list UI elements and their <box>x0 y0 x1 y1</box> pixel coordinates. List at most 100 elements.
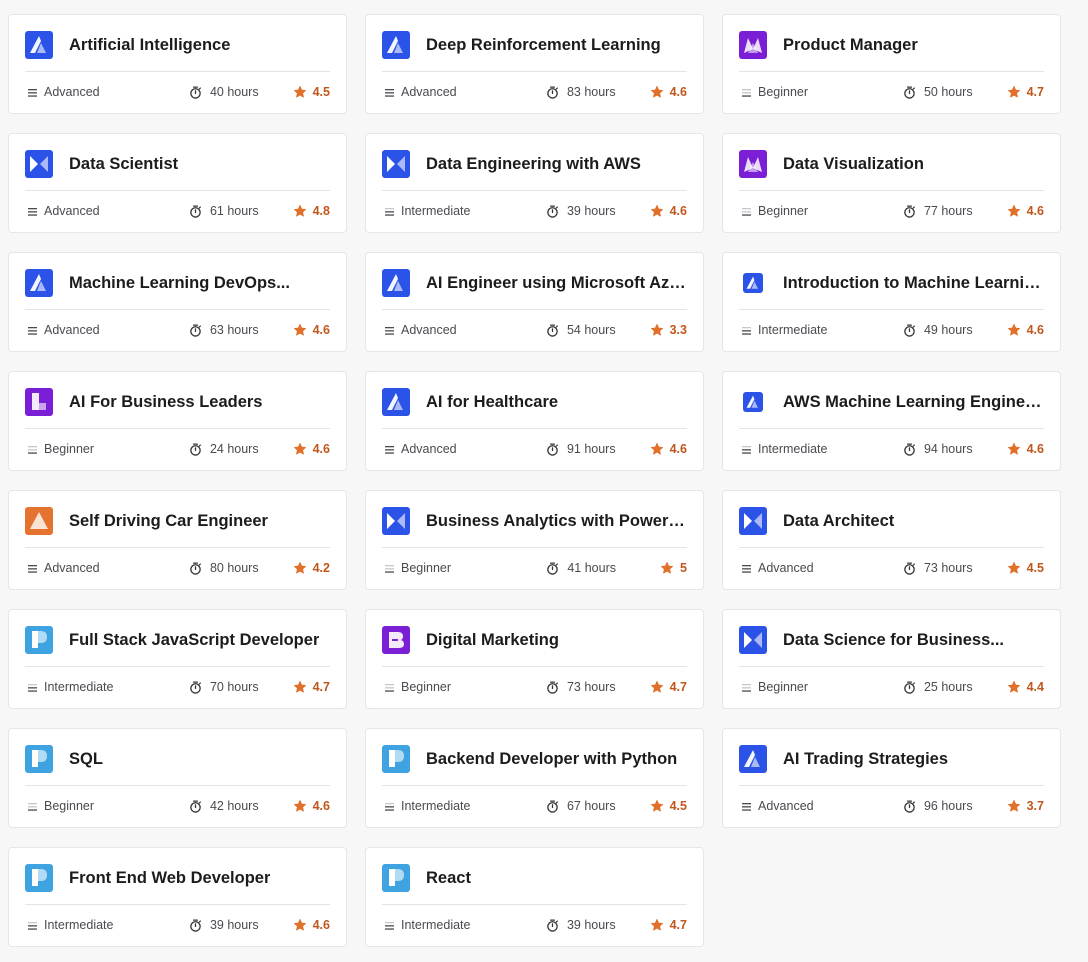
course-meta: Intermediate 39 hours 4.6 <box>25 916 330 934</box>
course-card-header: Artificial Intelligence <box>25 31 330 59</box>
course-title[interactable]: Backend Developer with Python <box>426 750 677 769</box>
course-title[interactable]: Artificial Intelligence <box>69 36 230 55</box>
course-meta: Beginner 50 hours 4.7 <box>739 83 1044 101</box>
course-title[interactable]: AI Engineer using Microsoft Azure <box>426 274 687 293</box>
course-card[interactable]: Data Architect Advanced 73 hours 4.5 <box>722 490 1061 590</box>
course-title[interactable]: Product Manager <box>783 36 918 55</box>
card-divider <box>739 785 1044 786</box>
duration-label: 73 hours <box>923 561 973 575</box>
card-divider <box>739 428 1044 429</box>
difficulty-bars-icon <box>382 326 401 335</box>
star-icon <box>1007 561 1027 575</box>
course-card[interactable]: Deep Reinforcement Learning Advanced 83 … <box>365 14 704 114</box>
course-card-header: AWS Machine Learning Engineer... <box>739 388 1044 416</box>
rating-value: 4.4 <box>1026 680 1044 694</box>
course-title[interactable]: Introduction to Machine Learning... <box>783 274 1044 293</box>
course-title[interactable]: React <box>426 869 471 888</box>
difficulty-label: Beginner <box>758 204 809 218</box>
rating-value: 4.2 <box>312 561 330 575</box>
course-card[interactable]: Data Visualization Beginner 77 hours 4.6 <box>722 133 1061 233</box>
course-card-header: AI Trading Strategies <box>739 745 1044 773</box>
course-card[interactable]: Data Engineering with AWS Intermediate 3… <box>365 133 704 233</box>
course-title[interactable]: Full Stack JavaScript Developer <box>69 631 319 650</box>
course-meta: Beginner 41 hours 5 <box>382 559 687 577</box>
duration-label: 41 hours <box>567 561 616 575</box>
course-meta: Beginner 77 hours 4.6 <box>739 202 1044 220</box>
course-duration: 24 hours <box>189 442 259 456</box>
course-title[interactable]: Data Engineering with AWS <box>426 155 641 174</box>
course-duration: 39 hours <box>189 918 259 932</box>
course-meta: Intermediate 94 hours 4.6 <box>739 440 1044 458</box>
course-card-header: Machine Learning DevOps... <box>25 269 330 297</box>
course-meta: Beginner 73 hours 4.7 <box>382 678 687 696</box>
course-card[interactable]: Introduction to Machine Learning... Inte… <box>722 252 1061 352</box>
star-icon <box>293 204 313 218</box>
course-title[interactable]: Business Analytics with Power BI <box>426 512 687 531</box>
course-rating: 4.6 <box>293 442 330 456</box>
difficulty-level: Intermediate <box>25 680 189 694</box>
card-divider <box>382 904 687 905</box>
course-title[interactable]: AI for Healthcare <box>426 393 558 412</box>
difficulty-bars-icon <box>382 88 401 97</box>
difficulty-label: Intermediate <box>44 680 114 694</box>
course-title[interactable]: Self Driving Car Engineer <box>69 512 268 531</box>
stopwatch-icon <box>903 680 924 694</box>
course-card[interactable]: AI For Business Leaders Beginner 24 hour… <box>8 371 347 471</box>
course-title[interactable]: AI For Business Leaders <box>69 393 262 412</box>
course-title[interactable]: Machine Learning DevOps... <box>69 274 290 293</box>
business-m-logo <box>739 150 767 178</box>
ai-triangle-logo <box>382 388 410 416</box>
course-duration: 49 hours <box>903 323 973 337</box>
course-title[interactable]: SQL <box>69 750 103 769</box>
star-icon <box>650 85 670 99</box>
course-card[interactable]: Self Driving Car Engineer Advanced 80 ho… <box>8 490 347 590</box>
course-card[interactable]: Data Scientist Advanced 61 hours 4.8 <box>8 133 347 233</box>
course-card[interactable]: Digital Marketing Beginner 73 hours 4.7 <box>365 609 704 709</box>
difficulty-label: Advanced <box>758 799 814 813</box>
course-card-header: Full Stack JavaScript Developer <box>25 626 330 654</box>
course-meta: Beginner 42 hours 4.6 <box>25 797 330 815</box>
course-card[interactable]: Front End Web Developer Intermediate 39 … <box>8 847 347 947</box>
course-duration: 77 hours <box>903 204 973 218</box>
course-title[interactable]: Data Visualization <box>783 155 924 174</box>
difficulty-bars-icon <box>382 683 401 692</box>
difficulty-level: Advanced <box>25 561 189 575</box>
duration-label: 77 hours <box>923 204 973 218</box>
duration-label: 25 hours <box>923 680 973 694</box>
course-card[interactable]: AI for Healthcare Advanced 91 hours 4.6 <box>365 371 704 471</box>
course-title[interactable]: AI Trading Strategies <box>783 750 948 769</box>
course-card[interactable]: SQL Beginner 42 hours 4.6 <box>8 728 347 828</box>
course-duration: 42 hours <box>189 799 259 813</box>
course-title[interactable]: Data Science for Business... <box>783 631 1004 650</box>
course-card-header: AI For Business Leaders <box>25 388 330 416</box>
course-rating: 4.6 <box>293 918 330 932</box>
course-title[interactable]: Data Architect <box>783 512 894 531</box>
course-card[interactable]: Product Manager Beginner 50 hours 4.7 <box>722 14 1061 114</box>
duration-label: 24 hours <box>209 442 259 456</box>
course-card[interactable]: Backend Developer with Python Intermedia… <box>365 728 704 828</box>
course-title[interactable]: Front End Web Developer <box>69 869 270 888</box>
course-card[interactable]: Data Science for Business... Beginner 25… <box>722 609 1061 709</box>
course-title[interactable]: Digital Marketing <box>426 631 559 650</box>
course-card[interactable]: Full Stack JavaScript Developer Intermed… <box>8 609 347 709</box>
ai-triangle-logo <box>382 269 410 297</box>
difficulty-label: Intermediate <box>401 799 471 813</box>
course-title[interactable]: Data Scientist <box>69 155 178 174</box>
course-card[interactable]: AWS Machine Learning Engineer... Interme… <box>722 371 1061 471</box>
course-card[interactable]: Business Analytics with Power BI Beginne… <box>365 490 704 590</box>
course-card-header: AI Engineer using Microsoft Azure <box>382 269 687 297</box>
course-title[interactable]: AWS Machine Learning Engineer... <box>783 393 1044 412</box>
course-title[interactable]: Deep Reinforcement Learning <box>426 36 661 55</box>
course-card[interactable]: AI Engineer using Microsoft Azure Advanc… <box>365 252 704 352</box>
difficulty-bars-icon <box>739 564 758 573</box>
course-duration: 83 hours <box>546 85 616 99</box>
stopwatch-icon <box>189 799 210 813</box>
course-card[interactable]: Machine Learning DevOps... Advanced 63 h… <box>8 252 347 352</box>
course-card[interactable]: React Intermediate 39 hours 4.7 <box>365 847 704 947</box>
course-card[interactable]: Artificial Intelligence Advanced 40 hour… <box>8 14 347 114</box>
duration-label: 54 hours <box>566 323 616 337</box>
course-rating: 4.7 <box>293 680 330 694</box>
stopwatch-icon <box>546 204 567 218</box>
course-card[interactable]: AI Trading Strategies Advanced 96 hours … <box>722 728 1061 828</box>
rating-value: 4.7 <box>669 918 687 932</box>
